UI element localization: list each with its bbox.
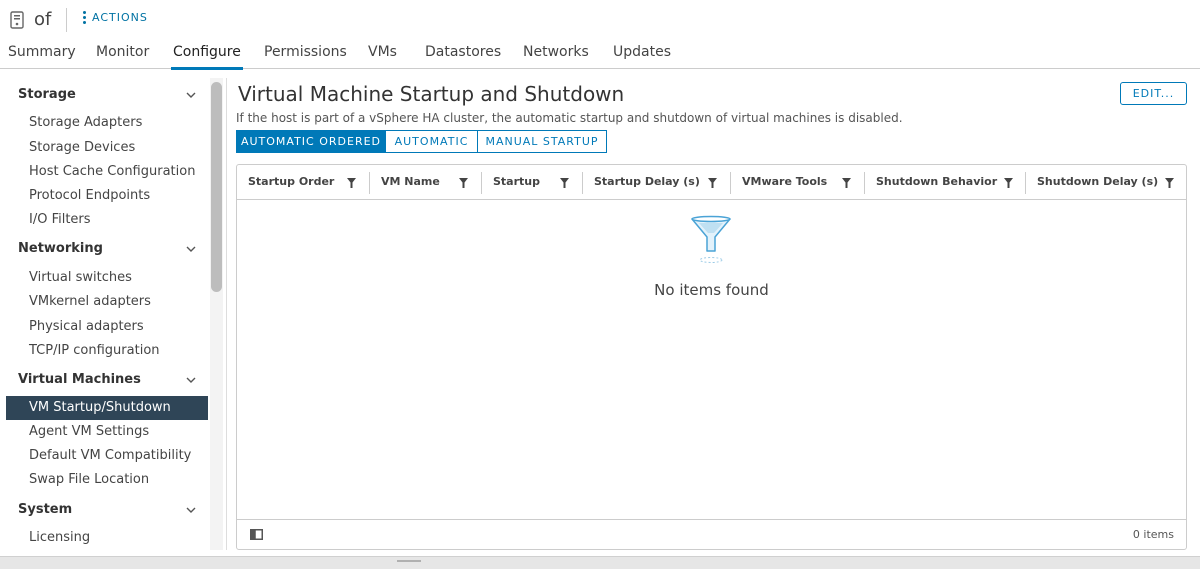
filter-icon[interactable] [1165, 178, 1174, 188]
empty-funnel-icon [691, 215, 731, 263]
column-header-startup-order[interactable]: Startup Order [237, 165, 370, 199]
sidebar-item-host-cache-configuration[interactable]: Host Cache Configuration [29, 164, 195, 179]
mode-automatic-ordered-button[interactable]: AUTOMATIC ORDERED [236, 130, 386, 153]
tab-monitor[interactable]: Monitor [96, 44, 149, 69]
sidebar-section-networking[interactable]: Networking [18, 241, 103, 256]
sidebar-item-default-vm-compatibility[interactable]: Default VM Compatibility [29, 448, 191, 463]
sidebar-item-io-filters[interactable]: I/O Filters [29, 212, 91, 227]
mode-manual-startup-button[interactable]: MANUAL STARTUP [478, 130, 607, 153]
tab-networks[interactable]: Networks [523, 44, 589, 69]
filter-icon[interactable] [1004, 178, 1013, 188]
chevron-down-icon[interactable] [186, 244, 196, 254]
column-toggle-icon[interactable] [250, 529, 263, 540]
column-label: VM Name [381, 175, 440, 188]
filter-icon[interactable] [708, 178, 717, 188]
tab-datastores[interactable]: Datastores [425, 44, 501, 69]
filter-icon[interactable] [459, 178, 468, 188]
empty-state-message: No items found [654, 281, 769, 299]
page-title: Virtual Machine Startup and Shutdown [238, 82, 625, 106]
grid-footer: 0 items [237, 519, 1186, 549]
column-header-vm-name[interactable]: VM Name [370, 165, 482, 199]
sidebar-item-storage-adapters[interactable]: Storage Adapters [29, 115, 142, 130]
column-header-startup[interactable]: Startup [482, 165, 583, 199]
sidebar-item-swap-file-location[interactable]: Swap File Location [29, 472, 149, 487]
object-tabs: Summary Monitor Configure Permissions VM… [0, 40, 1200, 70]
header-divider [66, 8, 67, 32]
page-description: If the host is part of a vSphere HA clus… [236, 111, 903, 125]
grid-header: Startup Order VM Name Startup Startup De… [237, 165, 1186, 200]
recent-tasks-bar[interactable] [0, 556, 1200, 569]
column-header-startup-delay[interactable]: Startup Delay (s) [583, 165, 731, 199]
tab-summary[interactable]: Summary [8, 44, 76, 69]
sidebar-section-storage[interactable]: Storage [18, 87, 76, 102]
item-count: 0 items [1132, 528, 1174, 541]
vertical-ellipsis-icon [83, 11, 86, 24]
tab-updates[interactable]: Updates [613, 44, 671, 69]
sidebar-section-system[interactable]: System [18, 502, 72, 517]
column-label: Startup Order [248, 175, 335, 188]
sidebar-item-licensing[interactable]: Licensing [29, 530, 90, 545]
column-label: VMware Tools [742, 175, 828, 188]
sidebar-item-vm-startup-shutdown[interactable]: VM Startup/Shutdown [29, 400, 171, 415]
sidebar-item-agent-vm-settings[interactable]: Agent VM Settings [29, 424, 149, 439]
host-name: of [34, 9, 52, 30]
configure-sidebar: Storage Storage Adapters Storage Devices… [0, 78, 208, 550]
chevron-down-icon[interactable] [186, 375, 196, 385]
chevron-down-icon[interactable] [186, 90, 196, 100]
edit-button[interactable]: EDIT... [1120, 82, 1187, 105]
startup-mode-toggle: AUTOMATIC ORDERED AUTOMATIC MANUAL START… [236, 130, 607, 153]
column-header-vmware-tools[interactable]: VMware Tools [731, 165, 865, 199]
object-header: of ACTIONS [0, 0, 1200, 40]
pane-divider[interactable] [226, 78, 227, 550]
chevron-down-icon[interactable] [186, 505, 196, 515]
filter-icon[interactable] [347, 178, 356, 188]
filter-icon[interactable] [560, 178, 569, 188]
actions-label: ACTIONS [92, 11, 148, 24]
host-icon [10, 11, 24, 33]
sidebar-item-physical-adapters[interactable]: Physical adapters [29, 319, 144, 334]
vm-startup-grid: Startup Order VM Name Startup Startup De… [236, 164, 1187, 550]
filter-icon[interactable] [842, 178, 851, 188]
tab-permissions[interactable]: Permissions [264, 44, 347, 69]
sidebar-item-tcpip-configuration[interactable]: TCP/IP configuration [29, 343, 160, 358]
column-label: Shutdown Behavior [876, 175, 998, 188]
sidebar-item-virtual-switches[interactable]: Virtual switches [29, 270, 132, 285]
tab-configure[interactable]: Configure [171, 44, 243, 70]
sidebar-item-vmkernel-adapters[interactable]: VMkernel adapters [29, 294, 151, 309]
sidebar-item-storage-devices[interactable]: Storage Devices [29, 140, 135, 155]
sidebar-scrollbar-thumb[interactable] [211, 82, 222, 292]
column-label: Startup Delay (s) [594, 175, 700, 188]
tab-vms[interactable]: VMs [368, 44, 397, 69]
sidebar-section-virtual-machines[interactable]: Virtual Machines [18, 372, 141, 387]
column-label: Startup [493, 175, 540, 188]
column-header-shutdown-behavior[interactable]: Shutdown Behavior [865, 165, 1026, 199]
actions-menu-button[interactable]: ACTIONS [83, 11, 148, 24]
column-label: Shutdown Delay (s) [1037, 175, 1159, 188]
sidebar-item-protocol-endpoints[interactable]: Protocol Endpoints [29, 188, 150, 203]
resize-grip-icon[interactable] [397, 560, 421, 562]
column-header-shutdown-delay[interactable]: Shutdown Delay (s) [1026, 165, 1186, 199]
mode-automatic-button[interactable]: AUTOMATIC [386, 130, 478, 153]
